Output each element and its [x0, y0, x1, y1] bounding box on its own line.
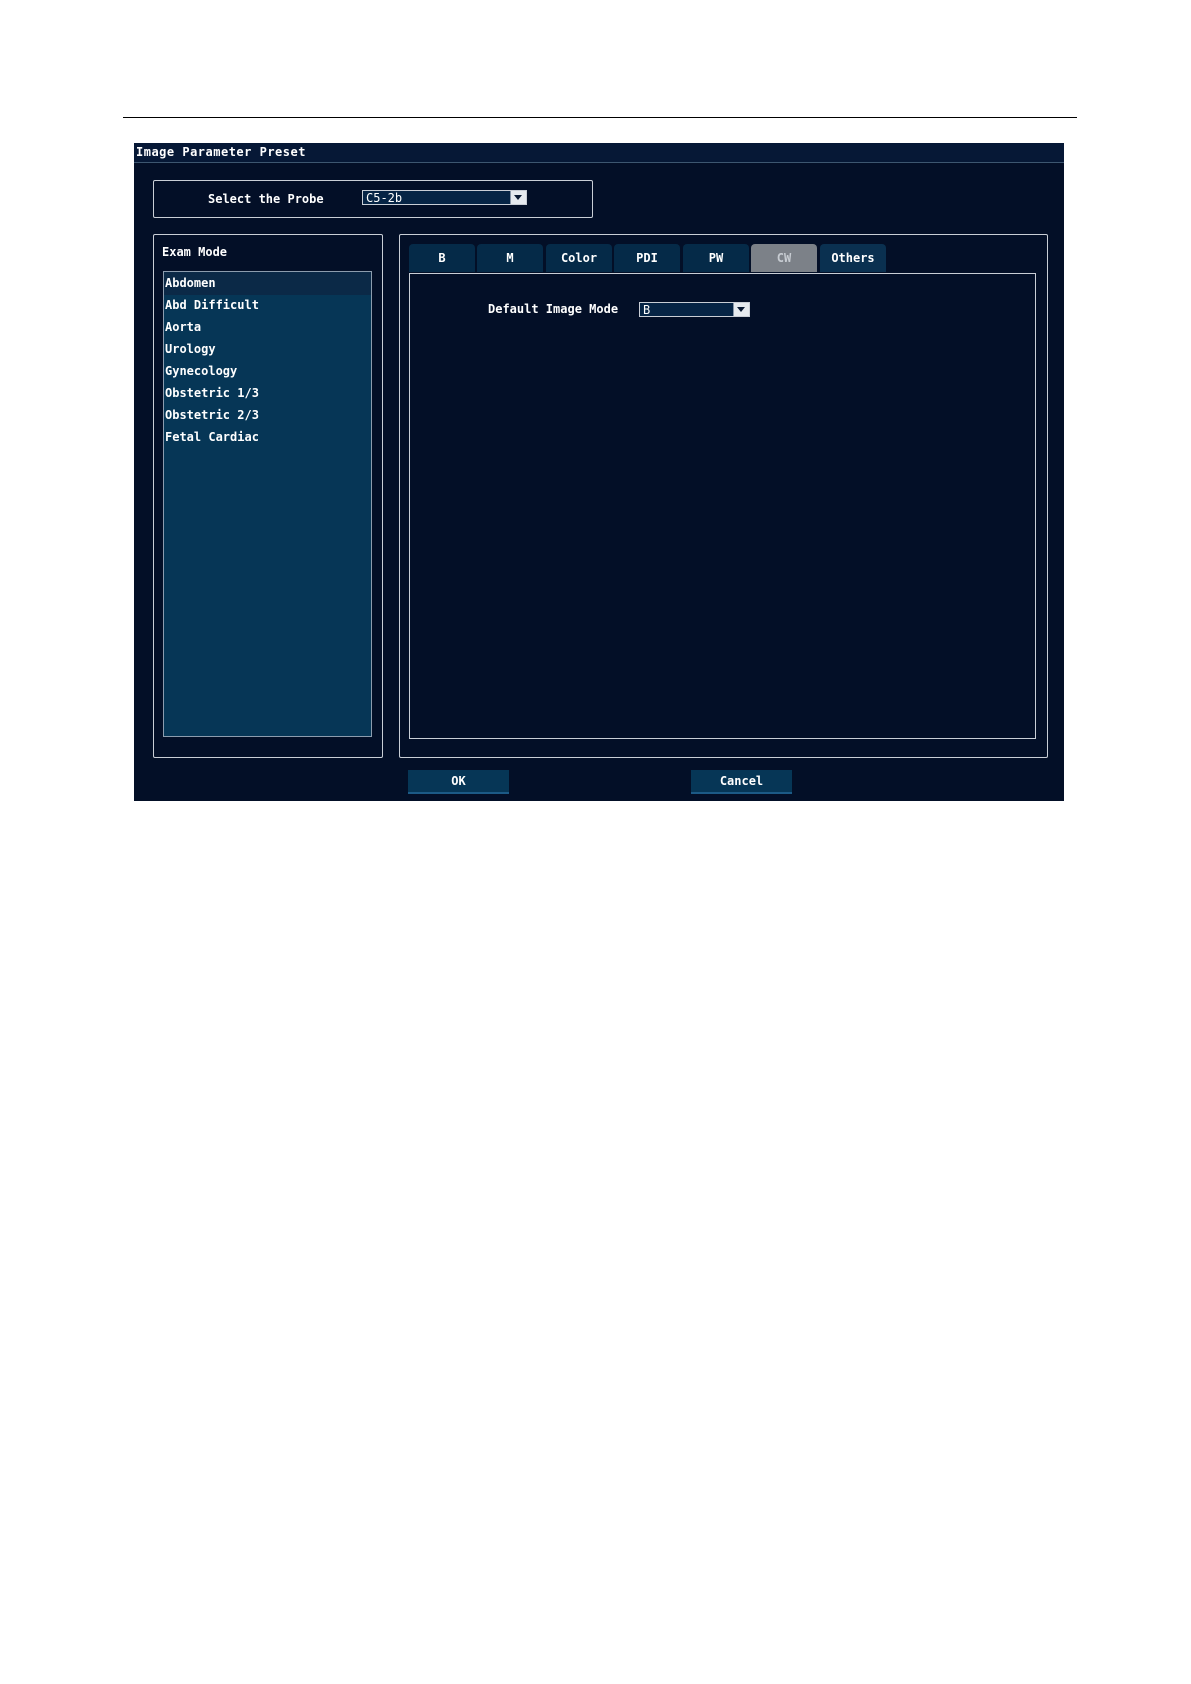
tab-m[interactable]: M — [477, 244, 543, 272]
exam-mode-title: Exam Mode — [162, 245, 228, 259]
exam-item-urology[interactable]: Urology — [164, 338, 371, 361]
exam-item-abd-difficult[interactable]: Abd Difficult — [164, 294, 371, 317]
probe-select[interactable]: C5-2b — [362, 190, 527, 205]
exam-item-fetal-cardiac[interactable]: Fetal Cardiac — [164, 426, 371, 449]
page-header-rule — [123, 117, 1077, 118]
tab-others[interactable]: Others — [820, 244, 886, 272]
probe-label: Select the Probe — [208, 192, 324, 206]
ok-button[interactable]: OK — [408, 770, 509, 794]
tab-color[interactable]: Color — [546, 244, 612, 272]
mode-tabs-group: B M Color PDI PW CW Others Default Image… — [399, 234, 1048, 758]
probe-selection-group: Select the Probe C5-2b — [153, 180, 593, 218]
default-image-mode-value: B — [643, 303, 651, 317]
dialog-title-bar: Image Parameter Preset — [134, 143, 1064, 163]
exam-item-obstetric-1-3[interactable]: Obstetric 1/3 — [164, 382, 371, 405]
tab-b[interactable]: B — [409, 244, 475, 272]
tab-pw[interactable]: PW — [683, 244, 749, 272]
image-parameter-preset-dialog: Image Parameter Preset Select the Probe … — [134, 143, 1064, 801]
chevron-down-icon[interactable] — [733, 303, 749, 316]
default-image-mode-label: Default Image Mode — [488, 302, 619, 316]
tab-cw[interactable]: CW — [751, 244, 817, 272]
exam-item-aorta[interactable]: Aorta — [164, 316, 371, 339]
chevron-down-icon[interactable] — [510, 191, 526, 204]
tab-content-panel: Default Image Mode B — [409, 273, 1036, 739]
default-image-mode-select[interactable]: B — [639, 302, 750, 317]
probe-select-value: C5-2b — [366, 191, 403, 205]
dialog-title: Image Parameter Preset — [136, 145, 306, 159]
tab-pdi[interactable]: PDI — [614, 244, 680, 272]
exam-item-gynecology[interactable]: Gynecology — [164, 360, 371, 383]
exam-item-abdomen[interactable]: Abdomen — [164, 272, 371, 295]
exam-mode-group: Exam Mode Abdomen Abd Difficult Aorta Ur… — [153, 234, 383, 758]
cancel-button[interactable]: Cancel — [691, 770, 792, 794]
exam-item-obstetric-2-3[interactable]: Obstetric 2/3 — [164, 404, 371, 427]
exam-mode-list[interactable]: Abdomen Abd Difficult Aorta Urology Gyne… — [163, 271, 372, 737]
